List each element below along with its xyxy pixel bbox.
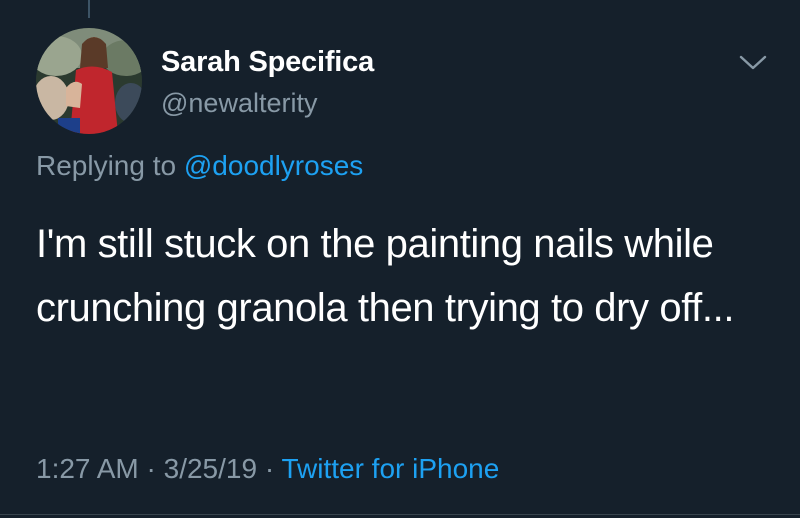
replying-to-label: Replying to [36, 150, 177, 181]
avatar[interactable] [36, 28, 142, 134]
thread-connector-line [88, 0, 90, 18]
tweet-metadata: 1:27 AM · 3/25/19 · Twitter for iPhone [36, 452, 499, 486]
replying-to-line: Replying to @doodlyroses [36, 149, 363, 183]
author-handle[interactable]: @newalterity [161, 87, 317, 119]
tweet-time[interactable]: 1:27 AM [36, 453, 139, 484]
meta-separator: · [264, 453, 275, 484]
tweet-text: I'm still stuck on the painting nails wh… [36, 222, 735, 330]
author-name[interactable]: Sarah Specifica [161, 45, 374, 79]
avatar-photo [36, 28, 142, 134]
chevron-down-icon[interactable] [736, 52, 770, 74]
reply-to-handle-link[interactable]: @doodlyroses [184, 150, 363, 181]
meta-separator: · [146, 453, 156, 484]
tweet-date[interactable]: 3/25/19 [164, 453, 257, 484]
tweet-source-link[interactable]: Twitter for iPhone [281, 453, 499, 484]
divider [0, 514, 800, 515]
